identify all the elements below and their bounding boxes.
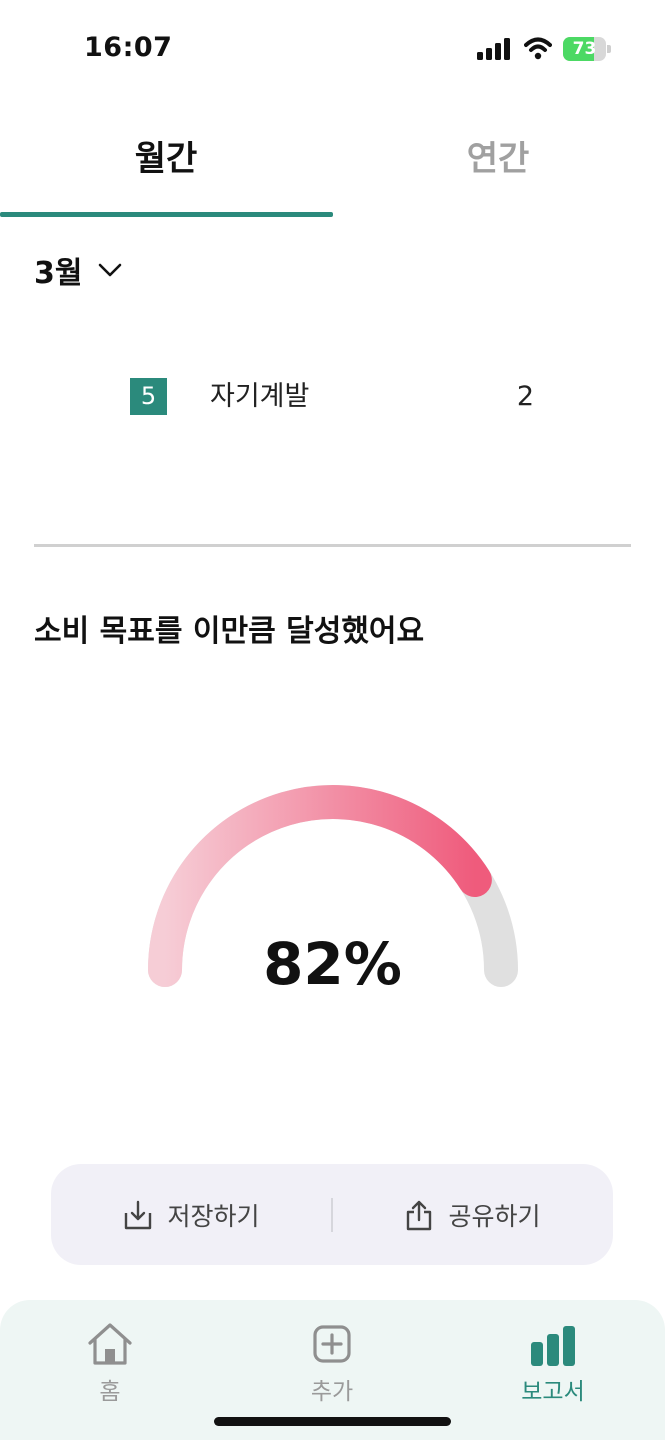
rank-badge: 5 bbox=[130, 378, 167, 415]
nav-item-add[interactable]: 추가 bbox=[272, 1320, 392, 1406]
list-item: 5 자기계발 2 bbox=[130, 378, 540, 416]
nav-label-home: 홈 bbox=[99, 1379, 121, 1405]
plus-square-icon bbox=[313, 1325, 351, 1363]
goal-percent: 82% bbox=[263, 930, 402, 998]
month-selector[interactable]: 3월 bbox=[34, 248, 124, 292]
share-label: 공유하기 bbox=[448, 1201, 541, 1231]
save-label: 저장하기 bbox=[167, 1201, 260, 1231]
home-icon bbox=[88, 1323, 132, 1365]
battery-charging-icon: 73 bbox=[563, 37, 611, 61]
battery-cap bbox=[607, 45, 611, 53]
tab-yearly[interactable]: 연간 bbox=[332, 110, 664, 218]
home-indicator bbox=[214, 1417, 451, 1426]
chevron-down-icon bbox=[99, 263, 122, 277]
action-bar: 저장하기 공유하기 bbox=[51, 1164, 613, 1265]
section-divider bbox=[34, 544, 631, 547]
battery-body: 73 bbox=[563, 37, 606, 61]
category-count: 2 bbox=[516, 381, 534, 412]
share-icon bbox=[407, 1200, 432, 1230]
tab-monthly[interactable]: 월간 bbox=[0, 110, 332, 218]
nav-item-home[interactable]: 홈 bbox=[50, 1320, 170, 1406]
download-icon bbox=[125, 1200, 152, 1229]
share-button[interactable]: 공유하기 bbox=[332, 1164, 613, 1265]
battery-percent: 73 bbox=[572, 39, 597, 59]
category-name: 자기계발 bbox=[210, 381, 310, 412]
signal-icon bbox=[477, 38, 510, 60]
status-bar: 16:07 73 bbox=[0, 0, 665, 100]
nav-label-add: 추가 bbox=[310, 1379, 354, 1405]
nav-item-report[interactable]: 보고서 bbox=[493, 1320, 613, 1406]
tab-indicator bbox=[0, 212, 333, 217]
save-button[interactable]: 저장하기 bbox=[51, 1164, 332, 1265]
bar-chart-icon bbox=[531, 1326, 575, 1366]
period-tabs: 월간 연간 bbox=[0, 110, 665, 220]
month-label: 3월 bbox=[34, 256, 83, 291]
nav-label-report: 보고서 bbox=[521, 1379, 585, 1405]
status-time: 16:07 bbox=[84, 32, 173, 63]
wifi-icon bbox=[524, 37, 552, 60]
goal-title: 소비 목표를 이만큼 달성했어요 bbox=[34, 614, 425, 649]
